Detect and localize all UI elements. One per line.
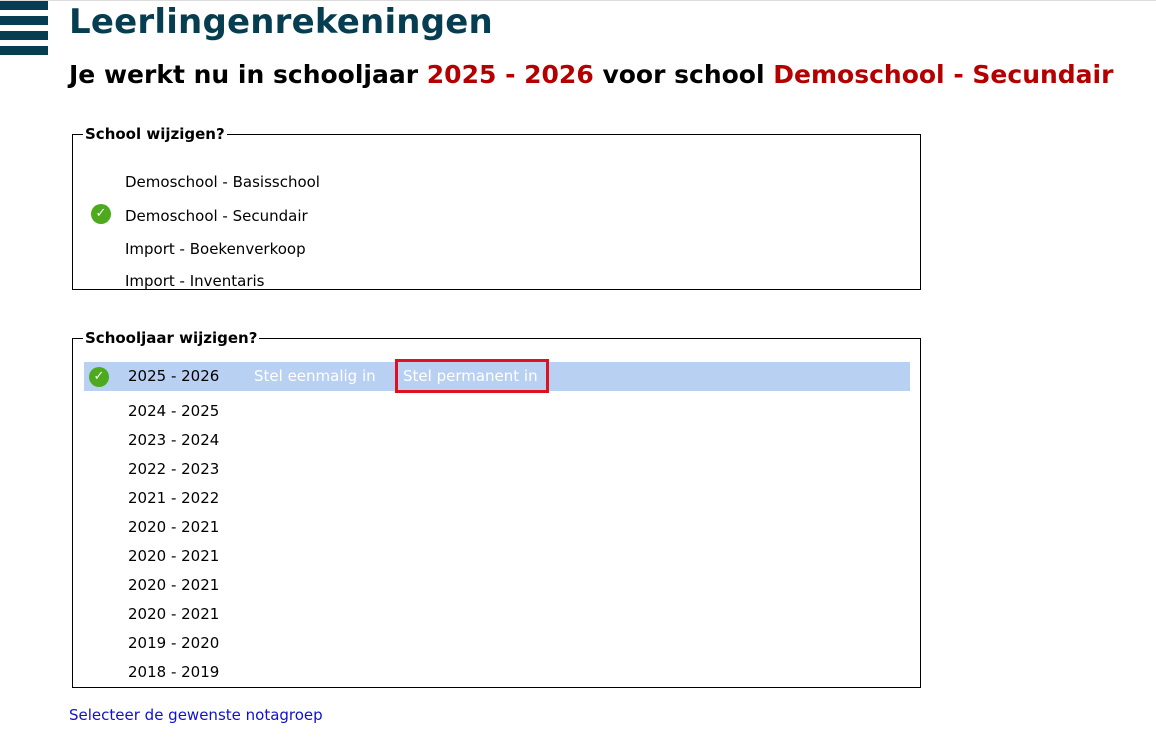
school-option-boekenverkoop[interactable]: Import - Boekenverkoop bbox=[125, 240, 306, 258]
select-notagroep-link[interactable]: Selecteer de gewenste notagroep bbox=[69, 706, 323, 724]
context-middle: voor school bbox=[602, 60, 765, 89]
year-option[interactable]: 2021 - 2022 bbox=[128, 489, 219, 507]
year-option[interactable]: 2023 - 2024 bbox=[128, 431, 219, 449]
school-option-basisschool[interactable]: Demoschool - Basisschool bbox=[125, 173, 320, 191]
year-option[interactable]: 2020 - 2021 bbox=[128, 518, 219, 536]
year-option[interactable]: 2022 - 2023 bbox=[128, 460, 219, 478]
menu-bar bbox=[0, 16, 48, 25]
school-option-inventaris[interactable]: Import - Inventaris bbox=[125, 272, 265, 290]
school-legend: School wijzigen? bbox=[85, 125, 225, 143]
app-title: Leerlingenrekeningen bbox=[69, 2, 493, 42]
menu-bar bbox=[0, 31, 48, 40]
year-option[interactable]: 2020 - 2021 bbox=[128, 605, 219, 623]
check-circle-icon: ✓ bbox=[91, 204, 111, 224]
year-option[interactable]: 2020 - 2021 bbox=[128, 576, 219, 594]
menu-bar bbox=[0, 1, 48, 10]
year-legend: Schooljaar wijzigen? bbox=[85, 329, 258, 347]
year-option[interactable]: 2020 - 2021 bbox=[128, 547, 219, 565]
context-prefix: Je werkt nu in schooljaar bbox=[69, 60, 419, 89]
year-fieldset: Schooljaar wijzigen? ✓ 2025 - 2026 Stel … bbox=[72, 329, 921, 688]
year-option[interactable]: 2019 - 2020 bbox=[128, 634, 219, 652]
context-year: 2025 - 2026 bbox=[426, 60, 594, 89]
set-permanent-button[interactable]: Stel permanent in bbox=[403, 367, 538, 385]
set-once-button[interactable]: Stel eenmalig in bbox=[254, 367, 376, 385]
year-option[interactable]: 2018 - 2019 bbox=[128, 663, 219, 681]
year-option[interactable]: 2025 - 2026 bbox=[128, 367, 219, 385]
check-circle-icon: ✓ bbox=[89, 367, 109, 387]
school-option-secundair[interactable]: Demoschool - Secundair bbox=[125, 207, 308, 225]
context-school: Demoschool - Secundair bbox=[773, 60, 1114, 89]
context-line: Je werkt nu in schooljaar 2025 - 2026 vo… bbox=[69, 57, 1113, 93]
hamburger-menu-icon[interactable] bbox=[0, 1, 48, 55]
year-option[interactable]: 2024 - 2025 bbox=[128, 402, 219, 420]
school-fieldset: School wijzigen? Demoschool - Basisschoo… bbox=[72, 125, 921, 290]
menu-bar bbox=[0, 46, 48, 55]
